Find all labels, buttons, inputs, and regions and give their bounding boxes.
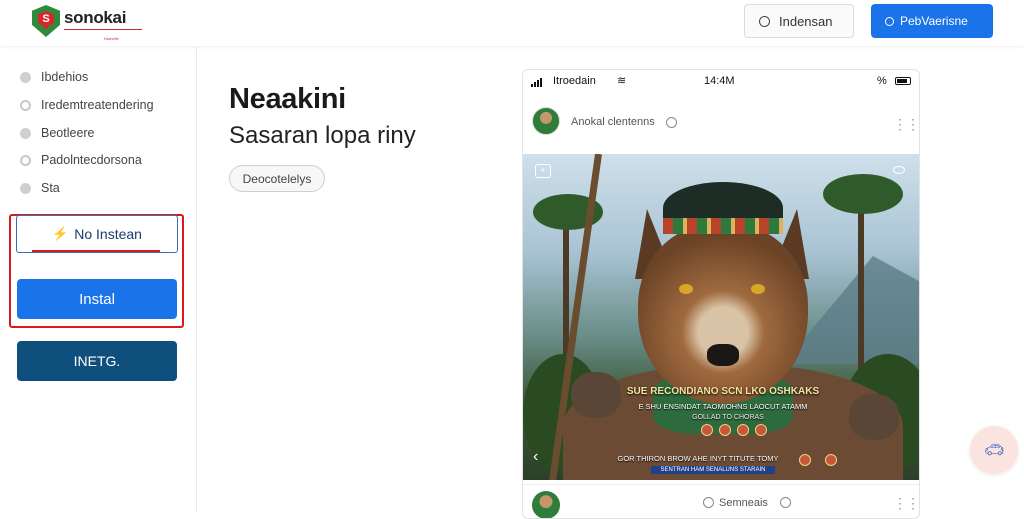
sidebar-item-1[interactable]: Ibdehios <box>20 70 88 84</box>
bullet-icon <box>20 127 31 139</box>
image-overlay-subtitle: E SHU ENSINDAT TAOMIOHNS LAOCUT ATAMM <box>638 402 808 411</box>
badge-icon <box>719 424 731 436</box>
account-name[interactable]: Anokal clentenns <box>571 116 655 128</box>
secondary-dark-button[interactable]: INETG. <box>17 341 177 381</box>
sidebar-item-3[interactable]: Beotleere <box>20 126 95 140</box>
radio-icon <box>20 154 31 166</box>
badge-icon <box>737 424 749 436</box>
footer-label[interactable]: Semneais <box>719 497 768 509</box>
bullet-icon <box>20 71 31 83</box>
logo-tagline: Homefix <box>64 29 142 41</box>
expand-icon[interactable]: + <box>535 164 551 178</box>
floating-car-button[interactable]: 🚗︎ <box>970 426 1018 474</box>
badge-icon <box>825 454 837 466</box>
signal-icon <box>531 78 542 87</box>
category-chip[interactable]: Deocotelelys <box>229 165 325 192</box>
search-icon <box>885 16 894 26</box>
badge-icon <box>755 424 767 436</box>
more-options-icon[interactable]: ⋮⋮ <box>893 495 919 512</box>
battery-icon <box>895 77 911 85</box>
search-icon <box>759 15 770 27</box>
phone-preview-card: Itroedain ≋ 14:4M % Anokal clentenns ⋮⋮ … <box>522 69 920 519</box>
bullet-icon <box>20 182 31 194</box>
highlight-underline <box>32 250 160 252</box>
verified-icon <box>780 497 791 508</box>
badge-icon <box>799 454 811 466</box>
page-subtitle: Sasaran lopa riny <box>229 122 416 149</box>
battery-percent: % <box>877 75 887 87</box>
post-image[interactable]: + SUE RECONDIANO SCN LKO OSHKAKS E SHU E… <box>523 154 919 480</box>
bolt-icon: ⚡ <box>52 226 69 241</box>
car-icon: 🚗︎ <box>983 442 1005 459</box>
post-header: Anokal clentenns ⋮⋮ <box>523 100 919 148</box>
page-title: Neaakini <box>229 83 346 115</box>
refresh-icon[interactable] <box>703 497 714 508</box>
wifi-icon: ≋ <box>617 75 627 87</box>
sidebar-item-4[interactable]: Padolntecdorsona <box>20 153 142 167</box>
top-header: S sonokai Homefix Indensan PebVaerisne <box>0 0 1024 46</box>
radio-icon <box>20 99 31 111</box>
sidebar-item-5[interactable]: Sta <box>20 181 60 195</box>
shield-logo-icon: S <box>32 5 60 37</box>
install-button[interactable]: Instal <box>17 279 177 319</box>
status-time: 14:4M <box>704 75 735 87</box>
verified-icon <box>666 117 677 128</box>
avatar[interactable] <box>532 107 560 135</box>
image-overlay-caption: GOLLAD TO CHORAS <box>692 414 764 421</box>
chevron-left-icon[interactable]: ‹ <box>533 448 538 466</box>
post-footer: Semneais ⋮⋮ <box>523 484 919 518</box>
no-instead-button[interactable]: ⚡ No Instean <box>16 215 178 253</box>
image-bottom-chip: SENTRAN HAM SENALUNS STARAIN <box>651 466 775 474</box>
carrier-label: Itroedain <box>553 75 596 87</box>
logo-wordmark: sonokai <box>64 8 127 27</box>
sidebar-item-2[interactable]: Iredemtreatendering <box>20 98 154 112</box>
image-overlay-title: SUE RECONDIANO SCN LKO OSHKAKS <box>626 386 820 397</box>
avatar[interactable] <box>532 491 560 518</box>
badge-icon <box>701 424 713 436</box>
brand-logo[interactable]: S sonokai Homefix <box>32 5 142 41</box>
search-button[interactable]: Indensan <box>744 4 854 38</box>
phone-status-bar: Itroedain ≋ 14:4M % <box>523 70 919 92</box>
more-options-icon[interactable]: ⋮⋮ <box>893 116 919 133</box>
eye-icon[interactable] <box>893 166 905 174</box>
image-bottom-text: GOR THIRON BROW AHE INYT TITUTE TOMY <box>617 454 779 463</box>
primary-header-button[interactable]: PebVaerisne <box>871 4 993 38</box>
